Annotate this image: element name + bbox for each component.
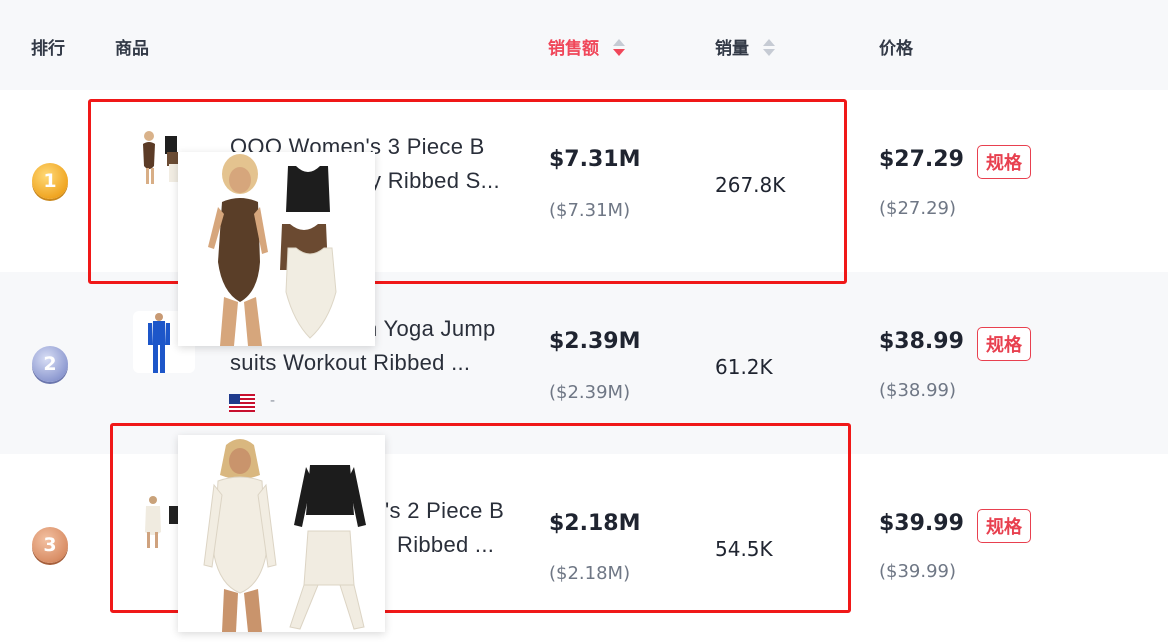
column-price: 价格 [879, 39, 913, 59]
column-sales-volume-label: 销量 [715, 39, 749, 59]
spec-button[interactable]: 规格 [977, 145, 1031, 179]
gold-medal-icon: 1 [32, 163, 68, 199]
price-sub: ($27.29) [879, 198, 957, 219]
column-sales-amount-label: 销售额 [548, 39, 599, 59]
product-image-preview [178, 435, 385, 632]
sales-amount: $2.39M [549, 329, 641, 354]
product-title-line2: suits Workout Ribbed ... [230, 350, 471, 375]
spec-button[interactable]: 规格 [977, 327, 1031, 361]
price-sub: ($38.99) [879, 380, 957, 401]
sales-volume: 61.2K [715, 355, 773, 379]
table-header: 排行 商品 销售额 销量 价格 [0, 0, 1168, 90]
column-sales-amount-sort[interactable]: 销售额 [548, 34, 625, 59]
sales-amount-sub: ($2.39M) [549, 382, 631, 403]
price: $39.99 [879, 511, 964, 536]
flag-suffix: - [270, 393, 276, 409]
us-flag-icon [229, 394, 255, 412]
price: $27.29 [879, 147, 964, 172]
sort-icon[interactable] [762, 38, 775, 56]
silver-medal-icon: 2 [32, 346, 68, 382]
price: $38.99 [879, 329, 964, 354]
column-sales-volume-sort[interactable]: 销量 [715, 34, 775, 59]
product-image-preview [178, 152, 375, 346]
bronze-medal-icon: 3 [32, 527, 68, 563]
column-product: 商品 [115, 39, 149, 59]
column-rank: 排行 [31, 39, 65, 59]
price-sub: ($39.99) [879, 561, 957, 582]
sort-icon[interactable] [612, 38, 625, 56]
spec-button[interactable]: 规格 [977, 509, 1031, 543]
